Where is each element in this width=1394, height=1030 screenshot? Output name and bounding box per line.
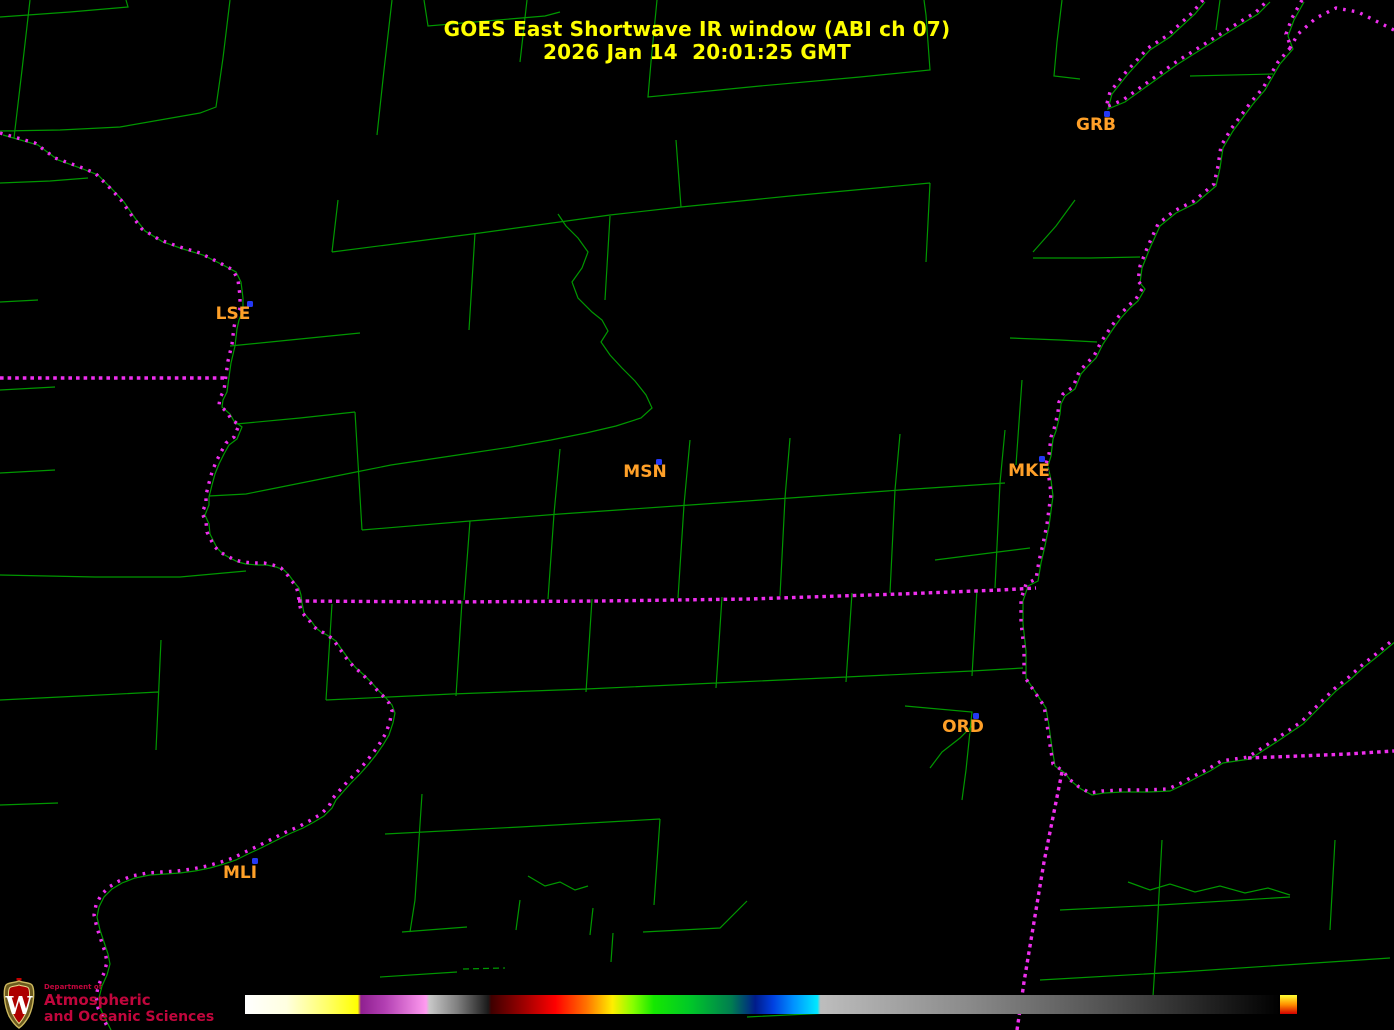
- station-label-ord: ORD: [942, 717, 984, 737]
- wisconsin-river: [209, 214, 652, 496]
- mississippi-riverbank-green: [3, 135, 395, 1030]
- county-lines: [0, 0, 1394, 1030]
- title-line2: 2026 Jan 14 20:01:25 GMT: [0, 41, 1394, 64]
- wisconsin-illinois-border: [298, 588, 1036, 602]
- uw-crest-icon: W: [2, 978, 36, 1030]
- map-svg: [0, 0, 1394, 1030]
- logo-line2: and Oceanic Sciences: [44, 1010, 214, 1024]
- county-lines-north: [230, 0, 1273, 560]
- illinois-indiana-border: [1017, 772, 1062, 1030]
- colorbar-end-cap: [1280, 995, 1297, 1014]
- station-label-mli: MLI: [223, 863, 257, 883]
- satellite-image-viewer: GOES East Shortwave IR window (ABI ch 07…: [0, 0, 1394, 1030]
- county-lines-illinois: [326, 589, 1023, 800]
- station-label-lse: LSE: [216, 304, 251, 324]
- image-title: GOES East Shortwave IR window (ABI ch 07…: [0, 18, 1394, 64]
- station-label-grb: GRB: [1076, 115, 1116, 135]
- county-line-dashed-segment: [463, 968, 505, 969]
- mississippi-river-dotted: [0, 133, 392, 1028]
- colorbar: [245, 995, 1280, 1014]
- county-lines-south: [380, 794, 1390, 1017]
- svg-text:W: W: [5, 991, 34, 1020]
- indiana-michigan-border: [1248, 751, 1394, 758]
- station-label-msn: MSN: [623, 462, 666, 482]
- county-lines-center: [236, 412, 1005, 600]
- logo-line1: Atmospheric: [44, 993, 214, 1008]
- logo-text: Department of Atmospheric and Oceanic Sc…: [44, 984, 214, 1024]
- logo-dept-line: Department of: [44, 984, 214, 991]
- uw-aos-logo: W Department of Atmospheric and Oceanic …: [2, 978, 214, 1030]
- state-borders-and-shorelines: [0, 0, 1394, 1030]
- title-line1: GOES East Shortwave IR window (ABI ch 07…: [0, 18, 1394, 41]
- county-lines-west: [0, 0, 246, 805]
- station-label-mke: MKE: [1008, 461, 1050, 481]
